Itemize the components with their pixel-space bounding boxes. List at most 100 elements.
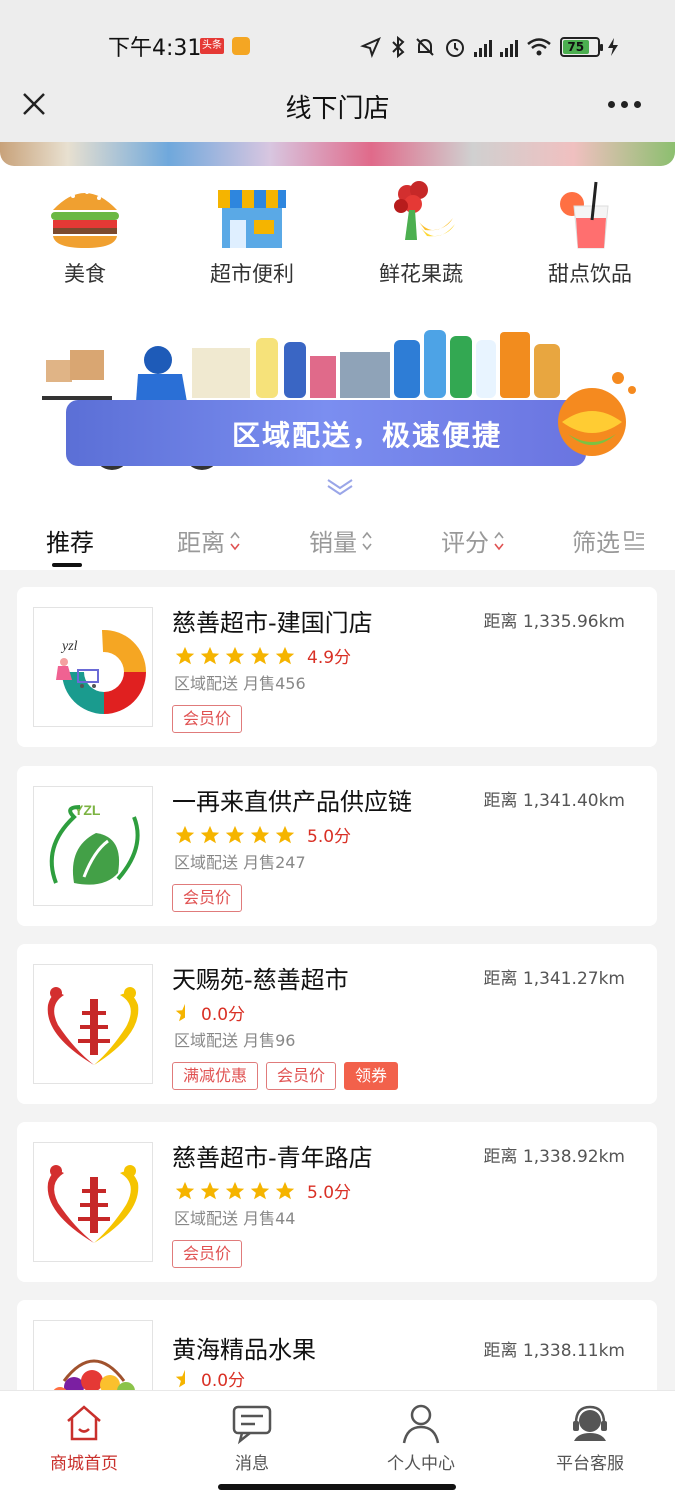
tab-filter[interactable]: 筛选 <box>572 523 644 558</box>
tab-home[interactable]: 商城首页 <box>0 1401 168 1474</box>
sort-arrows-icon <box>494 531 504 550</box>
star-icon <box>250 646 270 664</box>
tab-label: 个人中心 <box>387 1454 455 1474</box>
store-score: 0.0分 <box>201 1371 246 1391</box>
active-tab-underline <box>52 563 82 567</box>
location-icon <box>360 37 381 58</box>
rating: 0.0分 <box>174 1366 245 1391</box>
member-price-tag: 会员价 <box>172 1240 243 1268</box>
category-food[interactable]: 美食 <box>20 180 150 288</box>
store-score: 5.0分 <box>307 827 352 847</box>
chevron-down-icon[interactable] <box>325 476 355 496</box>
category-flowers-fruit[interactable]: 鲜花果蔬 <box>356 180 486 288</box>
sort-arrows-icon <box>362 531 372 550</box>
notification-icon <box>232 37 250 55</box>
orange-splash-icon <box>558 372 636 456</box>
star-icon <box>225 825 245 843</box>
top-banner[interactable] <box>0 142 675 166</box>
store-card[interactable]: 慈善超市-青年路店 距离 1,338.92km 5.0分 区域配送 月售44 会… <box>17 1122 657 1282</box>
alarm-icon <box>446 39 464 57</box>
tab-label: 消息 <box>235 1454 269 1474</box>
category-supermarket[interactable]: 超市便利 <box>187 180 317 288</box>
store-sales: 区域配送 月售96 <box>174 1031 296 1050</box>
store-card[interactable]: yzl 慈善超市-建国门店 距离 1,335.96km 4.9分 区域配送 月售… <box>17 587 657 747</box>
signal-icon-2 <box>500 37 518 57</box>
tab-label: 筛选 <box>572 529 620 557</box>
store-tags: 会员价 <box>172 705 243 733</box>
store-score: 4.9分 <box>307 648 352 668</box>
half-star-icon <box>175 1003 185 1021</box>
store-icon <box>218 190 286 248</box>
news-app-badge: 头条 <box>200 38 224 54</box>
charity-heart-logo-icon <box>47 987 139 1065</box>
store-name: 慈善超市-青年路店 <box>172 1144 373 1172</box>
status-icons: 75 <box>360 32 618 62</box>
store-distance: 距离 1,341.40km <box>483 791 625 811</box>
tab-profile[interactable]: 个人中心 <box>337 1401 505 1474</box>
burger-icon <box>51 190 119 248</box>
store-name: 黄海精品水果 <box>172 1336 316 1364</box>
tab-sales[interactable]: 销量 <box>309 523 373 558</box>
filter-icon <box>624 530 644 550</box>
store-card[interactable]: YZL 一再来直供产品供应链 距离 1,341.40km 5.0分 区域配送 月… <box>17 766 657 926</box>
claim-coupon-button[interactable]: 领券 <box>344 1062 399 1090</box>
store-name: 天赐苑-慈善超市 <box>172 966 349 994</box>
discount-tag: 满减优惠 <box>172 1062 259 1090</box>
store-tags: 满减优惠 会员价 领券 <box>172 1062 399 1090</box>
rating: 0.0分 <box>174 1000 245 1025</box>
tab-label: 销量 <box>309 529 357 557</box>
bluetooth-icon <box>392 35 405 59</box>
tab-rating[interactable]: 评分 <box>441 523 505 558</box>
store-tags: 会员价 <box>172 1240 243 1268</box>
mute-bell-icon <box>416 38 434 56</box>
tab-messages[interactable]: 消息 <box>168 1401 336 1474</box>
store-score: 5.0分 <box>307 1183 352 1203</box>
more-menu-button[interactable] <box>608 94 648 114</box>
store-logo: yzl <box>33 607 153 727</box>
charity-heart-logo-icon <box>47 1165 139 1243</box>
rating: 5.0分 <box>174 822 351 847</box>
tab-label: 评分 <box>441 529 489 557</box>
rating: 5.0分 <box>174 1178 351 1203</box>
message-icon <box>232 1405 272 1445</box>
category-desserts-drinks[interactable]: 甜点饮品 <box>525 180 655 288</box>
battery-level: 75 <box>563 40 589 54</box>
logo-text: yzl <box>60 639 78 654</box>
wifi-icon <box>527 38 551 56</box>
tab-label: 平台客服 <box>556 1454 624 1474</box>
store-logo <box>33 1142 153 1262</box>
tab-customer-service[interactable]: 平台客服 <box>506 1401 674 1474</box>
user-icon <box>402 1404 440 1444</box>
category-label: 美食 <box>64 262 106 286</box>
home-indicator[interactable] <box>218 1484 456 1490</box>
delivery-promo-banner[interactable]: 区域配送，极速便捷 <box>42 330 642 475</box>
tab-distance[interactable]: 距离 <box>177 523 241 558</box>
tab-recommended[interactable]: 推荐 <box>46 523 94 558</box>
member-price-tag: 会员价 <box>172 884 243 912</box>
sort-arrows-icon <box>230 531 240 550</box>
star-icon <box>200 646 220 664</box>
store-score: 0.0分 <box>201 1005 246 1025</box>
tab-label: 推荐 <box>46 529 94 557</box>
promo-text: 区域配送，极速便捷 <box>232 419 503 452</box>
headset-icon <box>573 1405 607 1441</box>
category-grid: 美食 超市便利 鲜花果蔬 甜点饮品 <box>0 180 675 310</box>
charging-icon <box>608 38 618 56</box>
status-time: 下午4:31 <box>108 36 202 61</box>
battery-icon: 75 <box>560 37 603 57</box>
store-logo: YZL <box>33 786 153 906</box>
filter-tabs: 推荐 距离 销量 评分 筛选 <box>0 515 675 570</box>
star-icon <box>225 1181 245 1199</box>
store-card[interactable]: 天赐苑-慈善超市 距离 1,341.27km 0.0分 区域配送 月售96 满减… <box>17 944 657 1104</box>
store-tags: 会员价 <box>172 884 243 912</box>
member-price-tag: 会员价 <box>266 1062 337 1090</box>
star-icon <box>275 1181 295 1199</box>
star-icon <box>200 1181 220 1199</box>
logo-text: YZL <box>74 802 101 818</box>
store-sales: 区域配送 月售44 <box>174 1209 296 1228</box>
store-distance: 距离 1,338.92km <box>483 1147 625 1167</box>
page-title: 线下门店 <box>285 94 390 124</box>
tab-label: 商城首页 <box>50 1454 118 1474</box>
star-icon <box>225 646 245 664</box>
star-icon <box>275 825 295 843</box>
